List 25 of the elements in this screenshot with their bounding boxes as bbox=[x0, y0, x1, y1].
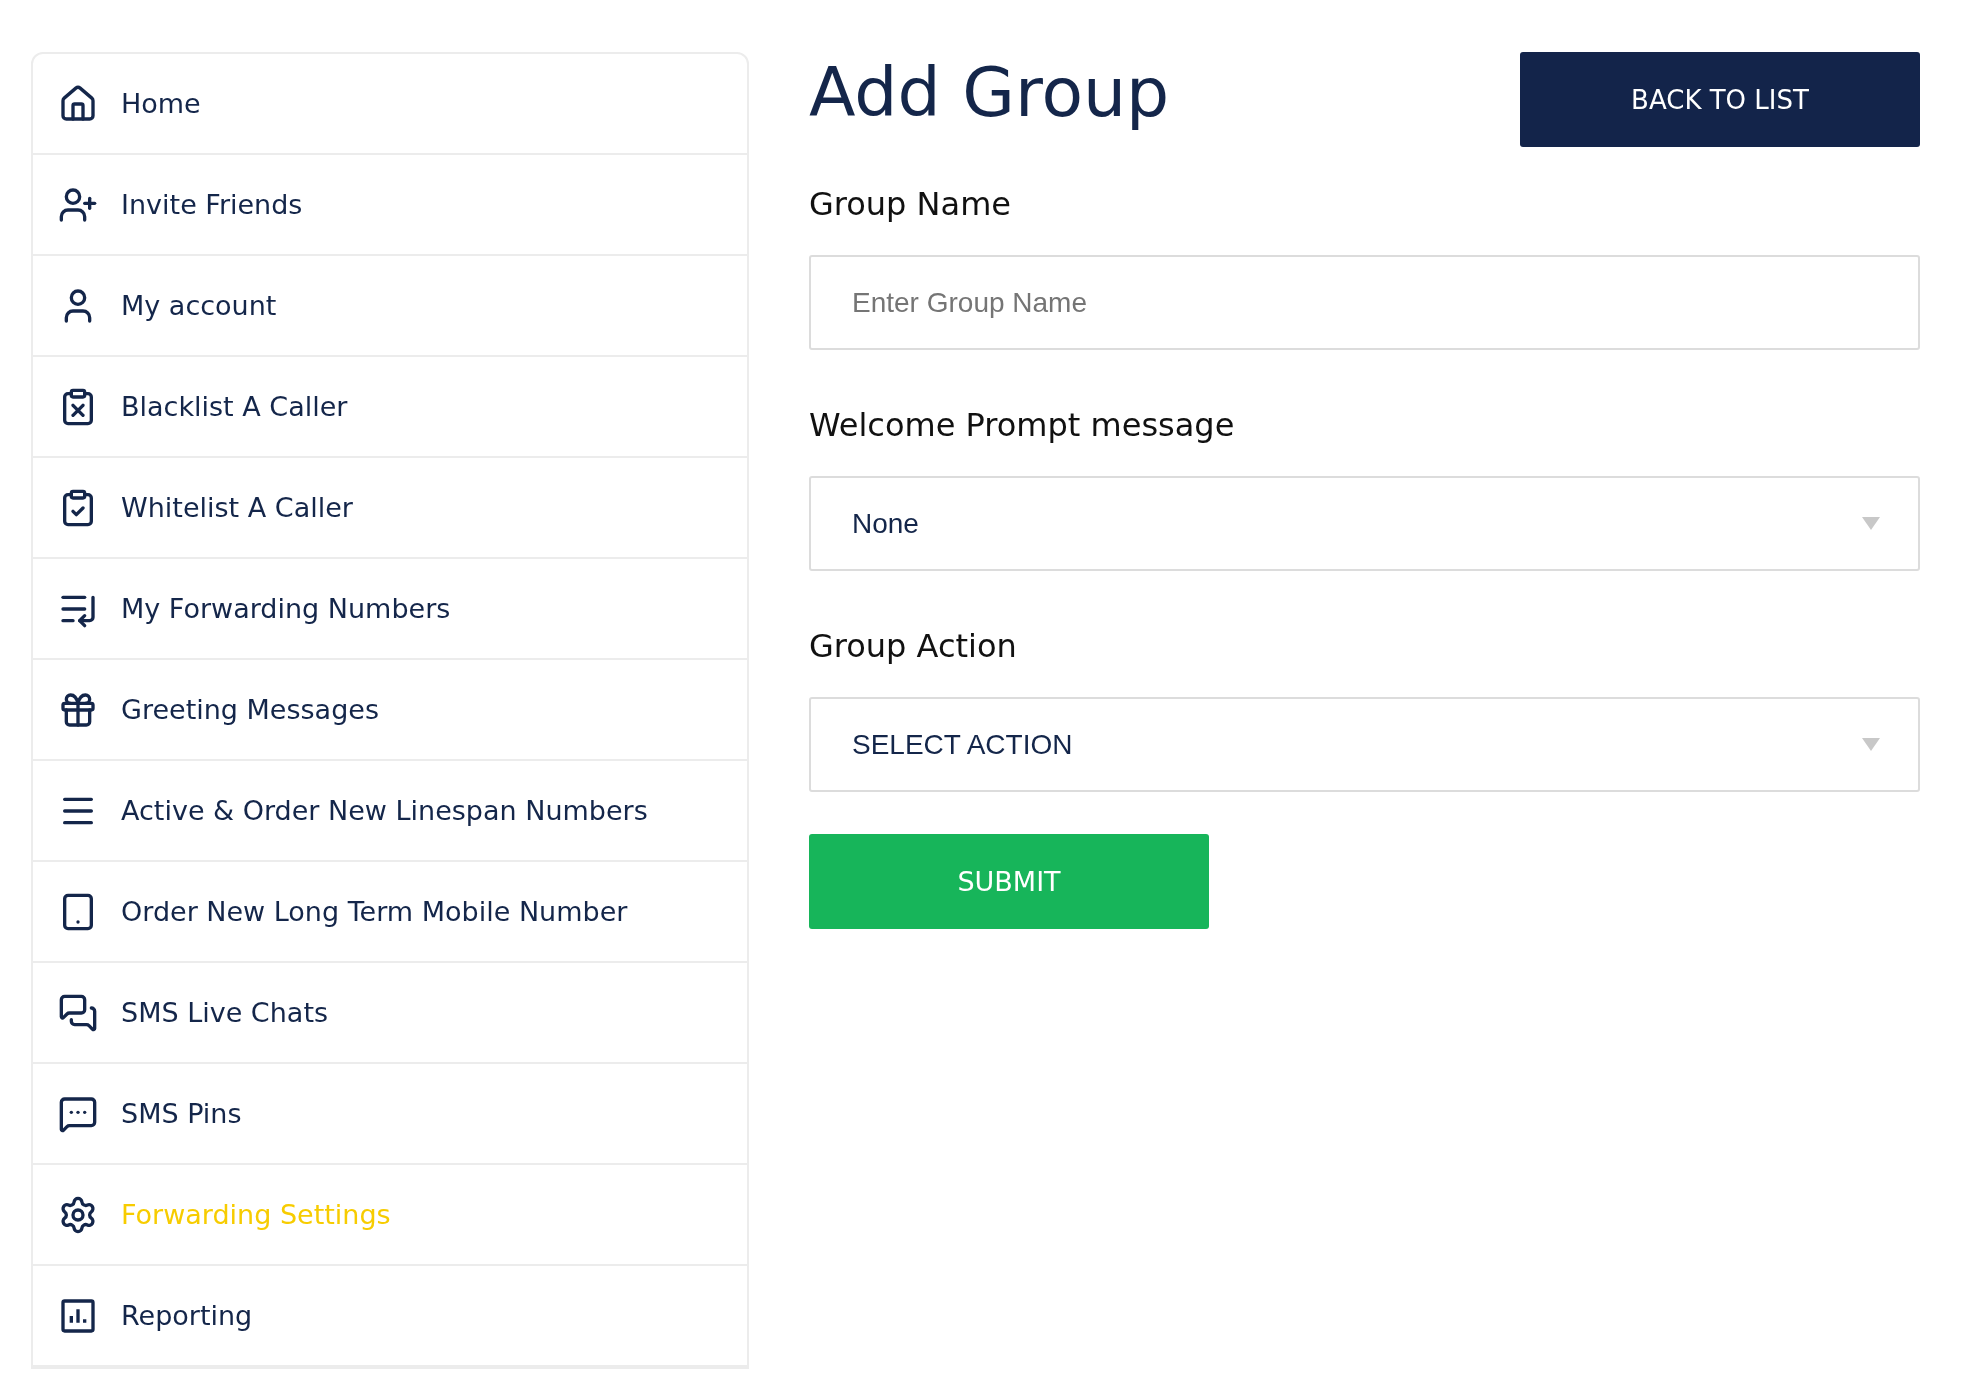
sidebar-item[interactable]: Invite Friends bbox=[33, 155, 747, 256]
sidebar-item[interactable]: Greeting Messages bbox=[33, 660, 747, 761]
sidebar-item[interactable]: Active & Order New Linespan Numbers bbox=[33, 761, 747, 862]
sidebar-item[interactable]: Order New Long Term Mobile Number bbox=[33, 862, 747, 963]
field-label: Group Name bbox=[809, 185, 1012, 223]
select-field[interactable]: SELECT ACTION bbox=[809, 697, 1920, 792]
sidebar-item[interactable]: Reporting bbox=[33, 1266, 747, 1367]
sidebar-item[interactable]: SMS Pins bbox=[33, 1064, 747, 1165]
dropdown-caret-icon bbox=[1862, 738, 1880, 751]
field-label: Welcome Prompt message bbox=[809, 406, 1236, 444]
sidebar-item[interactable]: Home bbox=[33, 54, 747, 155]
back-to-list-button[interactable]: BACK TO LIST bbox=[1520, 52, 1920, 147]
sidebar-item[interactable]: Whitelist A Caller bbox=[33, 458, 747, 559]
settings-icon bbox=[58, 1194, 98, 1235]
sidebar-item[interactable]: Blacklist A Caller bbox=[33, 357, 747, 458]
chat-bubbles-icon bbox=[58, 992, 98, 1033]
dropdown-caret-icon bbox=[1862, 517, 1880, 530]
field-label: Group Action bbox=[809, 627, 1018, 665]
input-field[interactable]: Enter Group Name bbox=[809, 255, 1920, 350]
sidebar-item[interactable]: My Forwarding Numbers bbox=[33, 559, 747, 660]
sidebar-item[interactable]: SMS Live Chats bbox=[33, 963, 747, 1064]
select-field[interactable]: None bbox=[809, 476, 1920, 571]
page-title: Add Group bbox=[809, 52, 1170, 134]
home-icon bbox=[58, 83, 98, 124]
sidebar-item[interactable]: My account bbox=[33, 256, 747, 357]
